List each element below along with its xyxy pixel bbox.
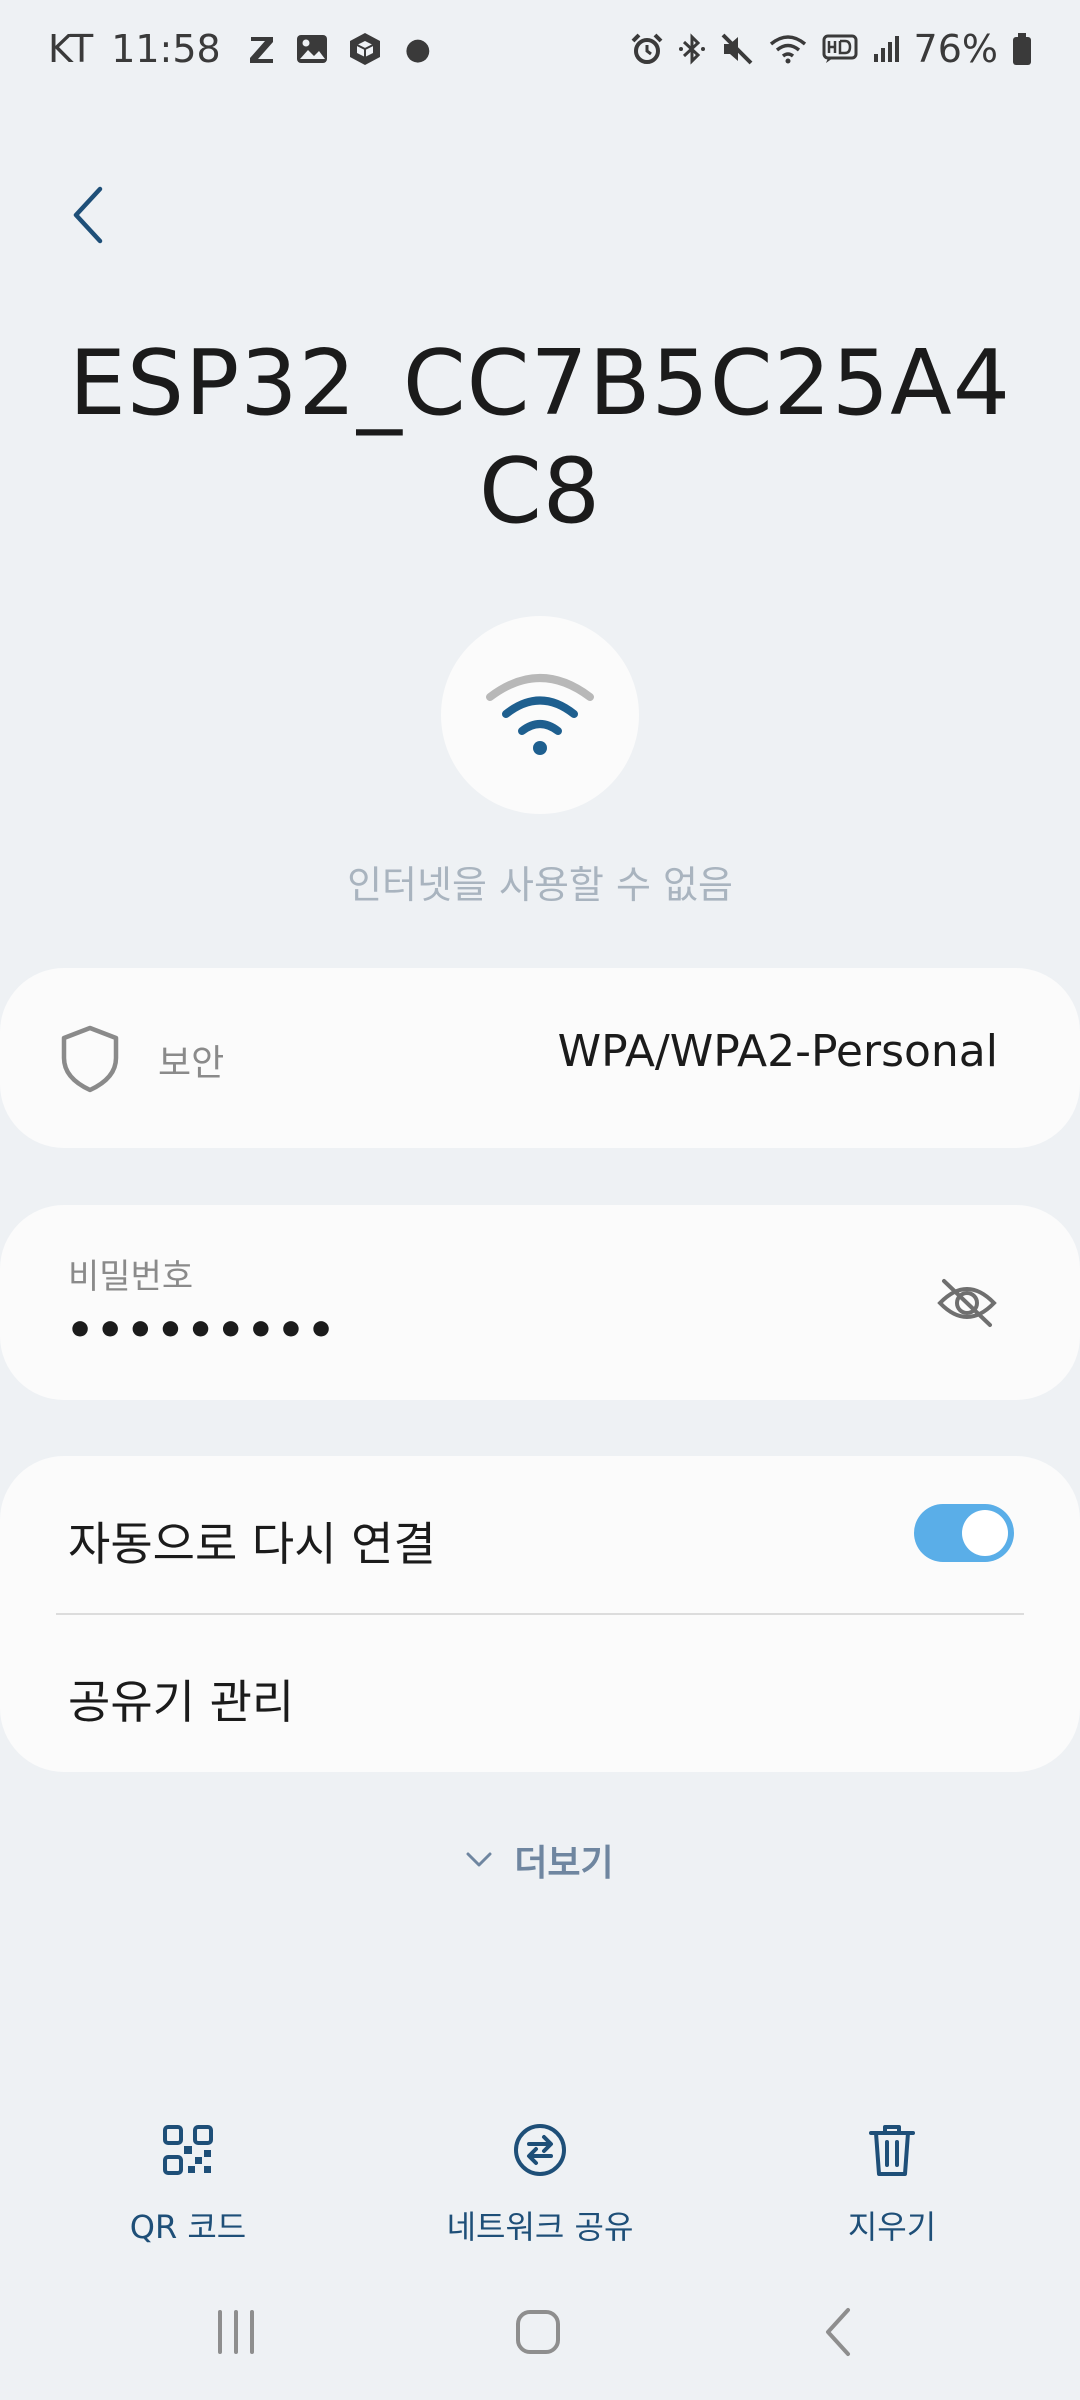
shield-icon [58,1024,122,1094]
home-button[interactable] [498,2300,578,2364]
network-name-title: ESP32_CC7B5C25A4C8 [69,331,1011,544]
password-label: 비밀번호 [68,1257,194,1297]
carrier-label: KT [48,27,94,71]
alarm-icon [630,32,664,66]
network-share-label: 네트워크 공유 [446,2208,634,2246]
security-card: 보안 WPA/WPA2-Personal [0,968,1080,1148]
delete-label: 지우기 [847,2208,937,2246]
chevron-down-icon [466,1852,492,1868]
network-share-button[interactable]: 네트워크 공유 [410,2120,670,2250]
bluetooth-icon [678,32,706,66]
clock: 11:58 [111,27,221,71]
battery-icon [1012,32,1032,66]
trash-icon [862,2120,922,2180]
chevron-left-icon [73,186,103,244]
security-label: 보안 [158,1043,225,1084]
dot-icon: ● [404,31,431,67]
security-value: WPA/WPA2-Personal [557,1026,998,1077]
home-icon [516,2310,560,2354]
qr-code-button[interactable]: QR 코드 [58,2120,318,2250]
show-password-button[interactable] [936,1273,998,1333]
password-field[interactable]: ••••••••• [66,1305,337,1356]
auto-reconnect-row[interactable]: 자동으로 다시 연결 [0,1456,1080,1614]
more-button[interactable]: 더보기 [440,1830,640,1890]
eye-off-icon [937,1279,997,1327]
recents-icon [218,2310,254,2354]
settings-card: 자동으로 다시 연결 공유기 관리 [0,1456,1080,1772]
recent-apps-button[interactable] [196,2300,276,2364]
wifi-icon [486,674,594,755]
divider [56,1613,1024,1615]
status-right: 76% [616,24,1032,74]
chevron-left-icon [826,2308,850,2356]
system-nav-bar [0,2280,1080,2380]
status-left: KT 11:58 ● [48,24,431,74]
wifi-icon [768,33,808,65]
router-management-label: 공유기 관리 [68,1675,295,1729]
more-label: 더보기 [514,1843,614,1884]
password-card[interactable]: 비밀번호 ••••••••• [0,1205,1080,1400]
mute-icon [720,32,754,66]
back-button[interactable] [56,170,120,260]
wifi-signal-indicator [441,616,639,814]
battery-percent: 76% [913,27,998,71]
auto-reconnect-toggle[interactable] [914,1504,1014,1562]
status-bar: KT 11:58 ● 76% [0,0,1080,100]
auto-reconnect-label: 자동으로 다시 연결 [68,1517,436,1571]
toggle-knob [962,1510,1008,1556]
delete-button[interactable]: 지우기 [762,2120,1022,2250]
hd-icon [822,34,858,64]
router-management-row[interactable]: 공유기 관리 [0,1616,1080,1772]
gallery-icon [295,32,329,66]
qr-code-label: QR 코드 [129,2208,247,2246]
cube-icon [347,31,383,67]
qr-code-icon [158,2120,218,2180]
connection-status-text: 인터넷을 사용할 수 없음 [347,863,733,907]
share-network-icon [510,2120,570,2180]
signal-icon [872,34,902,64]
nav-back-button[interactable] [800,2300,880,2364]
z-icon [247,32,277,66]
